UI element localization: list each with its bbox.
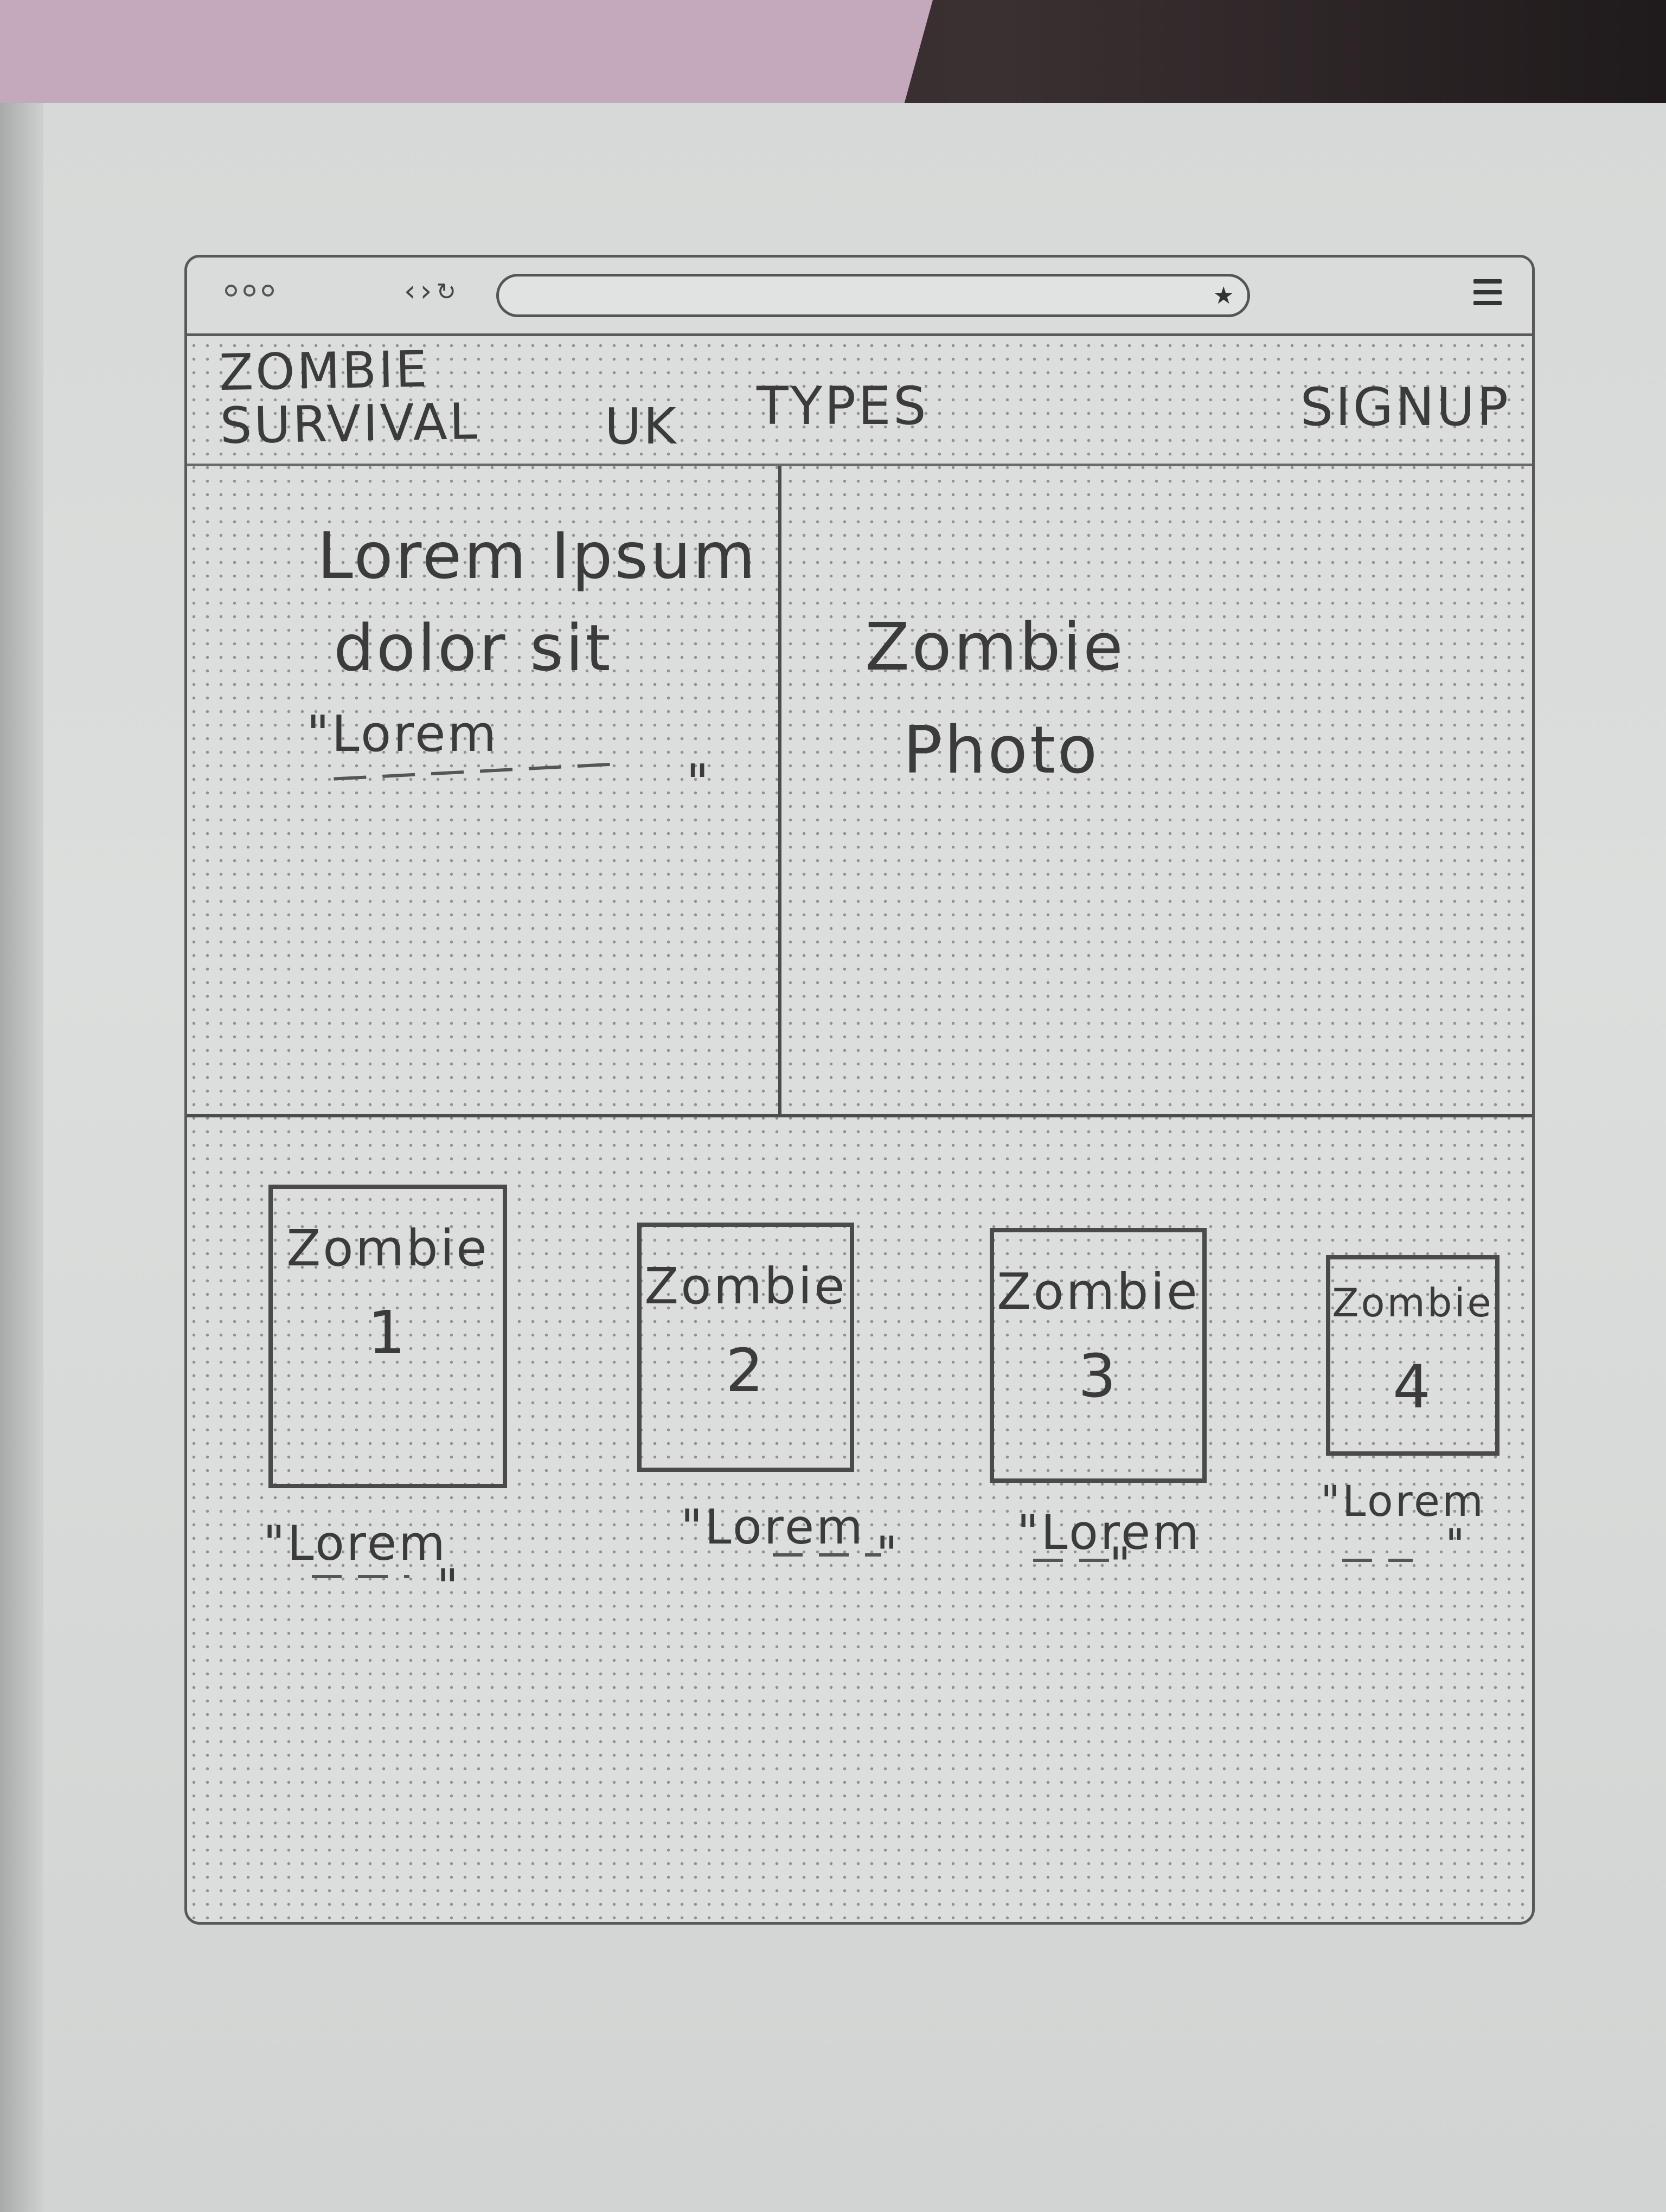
forward-icon[interactable]: ›	[420, 274, 432, 308]
card-caption-text: "Lorem	[1321, 1477, 1486, 1526]
hero-quote-placeholder-line	[334, 762, 616, 781]
card-caption-4: "Lorem "	[1321, 1477, 1486, 1570]
card-caption-2: "Lorem "	[681, 1499, 898, 1582]
card-caption-placeholder-line	[1033, 1559, 1109, 1562]
card-title: Zombie	[997, 1263, 1200, 1321]
nav-link-uk[interactable]: UK	[605, 397, 678, 455]
logo-line-2: SURVIVAL	[219, 392, 480, 455]
bookmark-star-icon[interactable]: ★	[1213, 282, 1234, 310]
notebook-spine	[0, 103, 43, 2212]
minimize-window-dot-icon[interactable]	[244, 285, 255, 297]
card-caption-text: "Lorem	[263, 1515, 447, 1571]
logo-line-1: ZOMBIE	[219, 340, 430, 402]
zombie-card-3[interactable]: Zombie 3	[990, 1228, 1207, 1483]
card-caption-3: "Lorem "	[1017, 1504, 1201, 1593]
browser-window: ‹ › ↻ ★ ZOMBIE SURVIVAL UK TYPES SIGNUP …	[184, 255, 1535, 1925]
card-title: Zombie	[286, 1219, 489, 1277]
hero-quote-text: "Lorem	[306, 705, 499, 763]
zombie-card-1[interactable]: Zombie 1	[268, 1185, 507, 1488]
card-number: 3	[1078, 1341, 1118, 1411]
site-header: ZOMBIE SURVIVAL UK TYPES SIGNUP	[187, 333, 1532, 466]
zombie-card-row: Zombie 1 "Lorem " Zombie 2 "Lorem " Zomb…	[187, 1125, 1532, 1721]
card-number: 1	[368, 1298, 408, 1367]
nav-link-types[interactable]: TYPES	[757, 376, 928, 436]
card-caption-placeholder-line	[1342, 1559, 1413, 1562]
hero-heading-line-2: dolor sit	[334, 610, 613, 685]
card-caption-text: "Lorem	[681, 1499, 865, 1555]
hero-divider	[778, 466, 781, 1114]
browser-nav: ‹ › ↻	[404, 274, 456, 308]
zombie-card-2[interactable]: Zombie 2	[637, 1223, 854, 1472]
site-logo[interactable]: ZOMBIE SURVIVAL	[219, 340, 480, 455]
card-number: 2	[726, 1336, 766, 1405]
address-bar[interactable]: ★	[496, 274, 1250, 317]
card-caption-1: "Lorem "	[263, 1515, 458, 1615]
card-caption-placeholder-line	[773, 1553, 881, 1557]
card-title: Zombie	[644, 1257, 847, 1315]
hero-photo-placeholder: Zombie Photo	[865, 596, 1245, 802]
back-icon[interactable]: ‹	[404, 274, 416, 308]
reload-icon[interactable]: ↻	[436, 278, 456, 308]
hero-heading: Lorem Ipsum dolor sit	[317, 510, 762, 694]
card-caption-end: "	[1445, 1521, 1467, 1570]
hero-quote-end: "	[686, 754, 712, 812]
hero-section: Lorem Ipsum dolor sit "Lorem " Zombie Ph…	[187, 466, 1532, 1117]
card-caption-end: "	[1109, 1537, 1133, 1593]
hero-photo-line-1: Zombie	[865, 610, 1125, 685]
zombie-card-4[interactable]: Zombie 4	[1326, 1255, 1500, 1456]
signup-link[interactable]: SIGNUP	[1300, 377, 1510, 438]
hero-heading-line-1: Lorem Ipsum	[317, 518, 758, 593]
hamburger-menu-icon[interactable]	[1473, 279, 1502, 305]
card-number: 4	[1393, 1352, 1433, 1422]
browser-titlebar: ‹ › ↻ ★	[187, 258, 1532, 336]
close-window-dot-icon[interactable]	[225, 285, 237, 297]
window-controls	[225, 285, 274, 297]
hero-quote: "Lorem "	[306, 705, 709, 812]
maximize-window-dot-icon[interactable]	[262, 285, 274, 297]
hero-photo-line-2: Photo	[903, 713, 1100, 788]
card-caption-placeholder-line	[312, 1575, 409, 1578]
card-title: Zombie	[1332, 1280, 1494, 1326]
card-caption-end: "	[437, 1559, 461, 1615]
